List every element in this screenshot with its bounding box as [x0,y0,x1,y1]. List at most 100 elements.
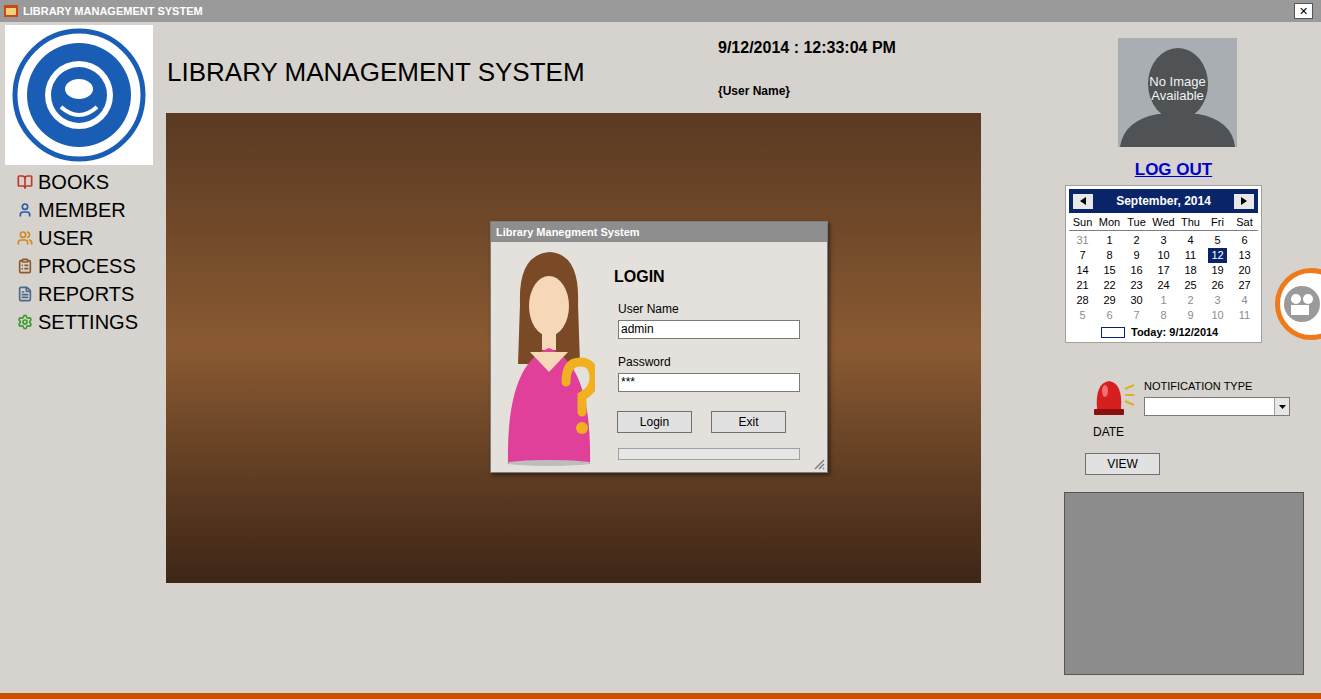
app-title: LIBRARY MANAGEMENT SYSTEM [167,57,718,87]
right-column: No Image AvailableLOG OUTSeptember, 2014… [1064,22,1305,693]
calendar-day[interactable]: 9 [1123,248,1150,263]
view-button[interactable]: VIEW [1085,453,1160,475]
nav-item[interactable]: REPORTS [0,280,166,308]
calendar-day[interactable]: 30 [1123,293,1150,308]
window-title: LIBRARY MANAGEMENT SYSTEM [23,3,203,20]
alarm-bell-icon [1090,375,1135,417]
calendar-day[interactable]: 9 [1177,308,1204,323]
calendar-day[interactable]: 1 [1150,293,1177,308]
process-icon [17,258,33,274]
user-name: {User Name} [718,84,896,98]
left-arrow-icon [1080,197,1086,205]
calendar-day[interactable]: 11 [1177,248,1204,263]
calendar-day[interactable]: 7 [1069,248,1096,263]
calendar-day[interactable]: 18 [1177,263,1204,278]
calendar-day[interactable]: 31 [1069,233,1096,248]
report-icon [17,286,33,302]
calendar-day[interactable]: 6 [1096,308,1123,323]
logo [5,25,153,165]
calendar-day[interactable]: 12 [1208,248,1226,263]
calendar-day[interactable]: 3 [1150,233,1177,248]
calendar-day[interactable]: 26 [1204,278,1231,293]
field-label: Password [618,355,800,369]
calendar-day[interactable]: 19 [1204,263,1231,278]
calendar-day[interactable]: 10 [1204,308,1231,323]
calendar: September, 2014SunMonTueWedThuFriSat3112… [1065,185,1262,343]
calendar-day[interactable]: 1 [1096,233,1123,248]
title-bar: LIBRARY MANAGEMENT SYSTEM ✕ [0,0,1321,22]
calendar-day[interactable]: 11 [1231,308,1258,323]
calendar-day[interactable]: 22 [1096,278,1123,293]
member-icon [17,202,33,218]
calendar-day[interactable]: 5 [1204,233,1231,248]
resize-grip-icon[interactable] [813,458,825,470]
calendar-day[interactable]: 2 [1177,293,1204,308]
today-marker [1101,327,1125,338]
calendar-day[interactable]: 2 [1123,233,1150,248]
main-body: BOOKSMEMBERUSERPROCESSREPORTSSETTINGS LIB… [0,22,1321,693]
dialog-button[interactable]: Exit [711,411,786,433]
text-field[interactable]: admin [618,320,800,339]
calendar-day[interactable]: 28 [1069,293,1096,308]
user-icon [17,230,33,246]
nav-item[interactable]: BOOKS [0,168,166,196]
logout-link[interactable]: LOG OUT [1114,160,1233,180]
library-photo: Library Manegment System LOGIN User Name ad… [166,113,981,583]
date-label: DATE [1093,425,1305,439]
camera-button[interactable] [1275,268,1321,340]
calendar-day[interactable]: 4 [1177,233,1204,248]
prev-month-button[interactable] [1073,194,1093,209]
calendar-day[interactable]: 5 [1069,308,1096,323]
user-question-icon [500,244,595,466]
nav-item[interactable]: USER [0,224,166,252]
dropdown-arrow-icon [1279,405,1286,409]
text-field[interactable]: *** [618,373,800,392]
calendar-day[interactable]: 20 [1231,263,1258,278]
calendar-day[interactable]: 25 [1177,278,1204,293]
calendar-day[interactable]: 24 [1150,278,1177,293]
nav-item[interactable]: PROCESS [0,252,166,280]
app-window: LIBRARY MANAGEMENT SYSTEM ✕ BOOKSMEMBERUSE… [0,0,1321,699]
calendar-day[interactable]: 23 [1123,278,1150,293]
date-time: 9/12/2014 : 12:33:04 PM [718,38,896,58]
login-heading: LOGIN [614,267,800,287]
login-dialog: Library Manegment System LOGIN User Name ad… [490,221,828,473]
notification-panel [1064,492,1304,675]
calendar-day[interactable]: 6 [1231,233,1258,248]
field-label: User Name [618,302,800,316]
dialog-title-bar: Library Manegment System [491,222,827,242]
calendar-day[interactable]: 27 [1231,278,1258,293]
left-column: BOOKSMEMBERUSERPROCESSREPORTSSETTINGS [0,22,166,693]
calendar-day[interactable]: 3 [1204,293,1231,308]
calendar-day[interactable]: 21 [1069,278,1096,293]
app-icon [4,5,18,17]
calendar-day[interactable]: 4 [1231,293,1258,308]
login-progress [618,448,800,460]
calendar-day[interactable]: 10 [1150,248,1177,263]
calendar-day[interactable]: 15 [1096,263,1123,278]
calendar-day[interactable]: 13 [1231,248,1258,263]
close-button[interactable]: ✕ [1294,3,1313,19]
day-grid: 3112345678910111213141516171819202122232… [1069,233,1258,323]
council-logo-icon [11,27,147,163]
calendar-day[interactable]: 17 [1150,263,1177,278]
calendar-day[interactable]: 7 [1123,308,1150,323]
calendar-day[interactable]: 29 [1096,293,1123,308]
calendar-day[interactable]: 14 [1069,263,1096,278]
camera-icon [1282,284,1321,324]
calendar-month: September, 2014 [1116,192,1211,210]
calendar-day[interactable]: 8 [1150,308,1177,323]
today-row[interactable]: Today: 9/12/2014 [1069,325,1258,339]
next-month-button[interactable] [1234,194,1254,209]
dialog-title: Library Manegment System [496,224,640,241]
notification-type-select[interactable] [1144,397,1290,416]
dialog-button[interactable]: Login [617,411,692,433]
book-icon [17,174,33,190]
nav-item[interactable]: SETTINGS [0,308,166,336]
calendar-day[interactable]: 16 [1123,263,1150,278]
settings-icon [17,314,33,330]
nav-item[interactable]: MEMBER [0,196,166,224]
calendar-header: September, 2014 [1069,189,1258,213]
nav-menu: BOOKSMEMBERUSERPROCESSREPORTSSETTINGS [0,168,166,336]
calendar-day[interactable]: 8 [1096,248,1123,263]
